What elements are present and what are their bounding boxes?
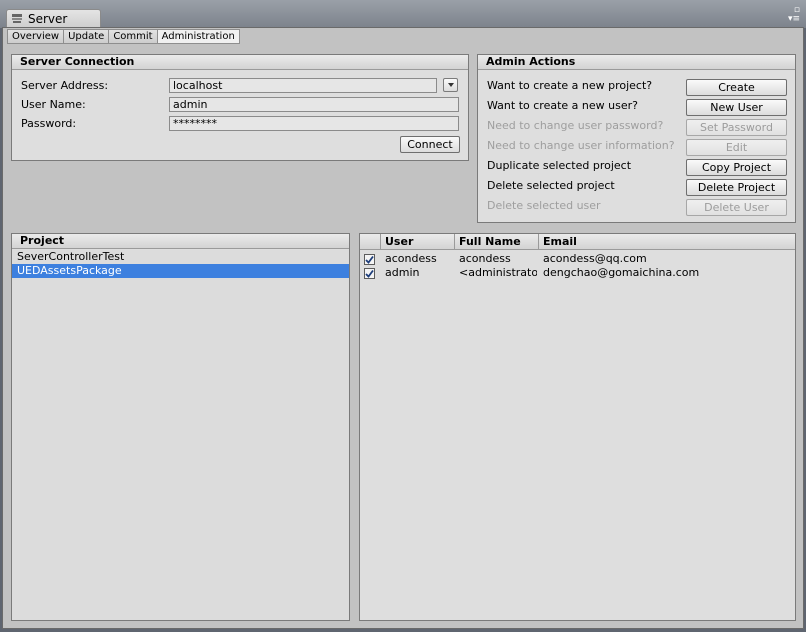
tab-bar: Overview Update Commit Administration [7, 29, 240, 44]
email-cell: acondess@qq.com [543, 252, 647, 265]
checkmark-icon [365, 269, 374, 278]
server-connection-title: Server Connection [12, 55, 468, 70]
change-user-info-label: Need to change user information? [487, 139, 675, 152]
users-table-panel: User Full Name Email acondess acondess a… [359, 233, 796, 621]
delete-project-label: Delete selected project [487, 179, 615, 192]
user-cell: admin [385, 266, 420, 279]
server-icon [11, 13, 23, 24]
connect-button[interactable]: Connect [400, 136, 460, 153]
menu-icon[interactable]: ▾≡ [788, 15, 800, 24]
checkmark-icon [365, 255, 374, 264]
full-name-cell: acondess [459, 252, 511, 265]
delete-project-button[interactable]: Delete Project [686, 179, 787, 196]
create-button[interactable]: Create [686, 79, 787, 96]
tab-commit[interactable]: Commit [109, 29, 158, 44]
password-field[interactable]: ******** [169, 116, 459, 131]
user-checkbox[interactable] [364, 268, 375, 279]
server-window: Server ▫ ▾≡ Overview Update Commit Admin… [0, 0, 806, 632]
server-address-field[interactable]: localhost [169, 78, 437, 93]
admin-actions-panel: Admin Actions Want to create a new proje… [477, 54, 796, 223]
change-password-label: Need to change user password? [487, 119, 664, 132]
tab-overview[interactable]: Overview [7, 29, 65, 44]
duplicate-project-label: Duplicate selected project [487, 159, 632, 172]
email-column-header[interactable]: Email [539, 234, 795, 250]
window-tab[interactable]: Server [6, 9, 101, 27]
user-cell: acondess [385, 252, 437, 265]
project-item-uedassetspackage[interactable]: UEDAssetsPackage [12, 264, 349, 278]
edit-button[interactable]: Edit [686, 139, 787, 156]
email-cell: dengchao@gomaichina.com [543, 266, 700, 279]
set-password-button[interactable]: Set Password [686, 119, 787, 136]
window-title-strip: Server ▫ ▾≡ [0, 0, 806, 28]
tab-administration[interactable]: Administration [157, 29, 240, 44]
admin-actions-title: Admin Actions [478, 55, 795, 70]
project-column-header[interactable]: Project [12, 234, 349, 249]
user-checkbox[interactable] [364, 254, 375, 265]
checkbox-column-header[interactable] [360, 234, 381, 250]
user-name-label: User Name: [21, 98, 86, 111]
tab-update[interactable]: Update [64, 29, 110, 44]
full-name-column-header[interactable]: Full Name [455, 234, 539, 250]
create-user-label: Want to create a new user? [487, 99, 638, 112]
chevron-down-icon [447, 83, 454, 87]
project-list: SeverControllerTest UEDAssetsPackage [12, 250, 349, 620]
server-address-dropdown[interactable] [443, 78, 458, 92]
copy-project-button[interactable]: Copy Project [686, 159, 787, 176]
password-label: Password: [21, 117, 77, 130]
server-address-label: Server Address: [21, 79, 109, 92]
full-name-cell: <administrator> [459, 266, 537, 279]
new-user-button[interactable]: New User [686, 99, 787, 116]
delete-user-button[interactable]: Delete User [686, 199, 787, 216]
delete-user-label: Delete selected user [487, 199, 601, 212]
window-client: Overview Update Commit Administration Se… [2, 27, 804, 629]
user-column-header[interactable]: User [381, 234, 455, 250]
window-controls: ▫ ▾≡ [788, 6, 800, 24]
project-item-severcontrollertest[interactable]: SeverControllerTest [12, 250, 349, 264]
server-connection-panel: Server Connection Server Address: localh… [11, 54, 469, 161]
project-list-panel: Project SeverControllerTest UEDAssetsPac… [11, 233, 350, 621]
create-project-label: Want to create a new project? [487, 79, 653, 92]
window-title: Server [28, 11, 68, 26]
user-name-field[interactable]: admin [169, 97, 459, 112]
